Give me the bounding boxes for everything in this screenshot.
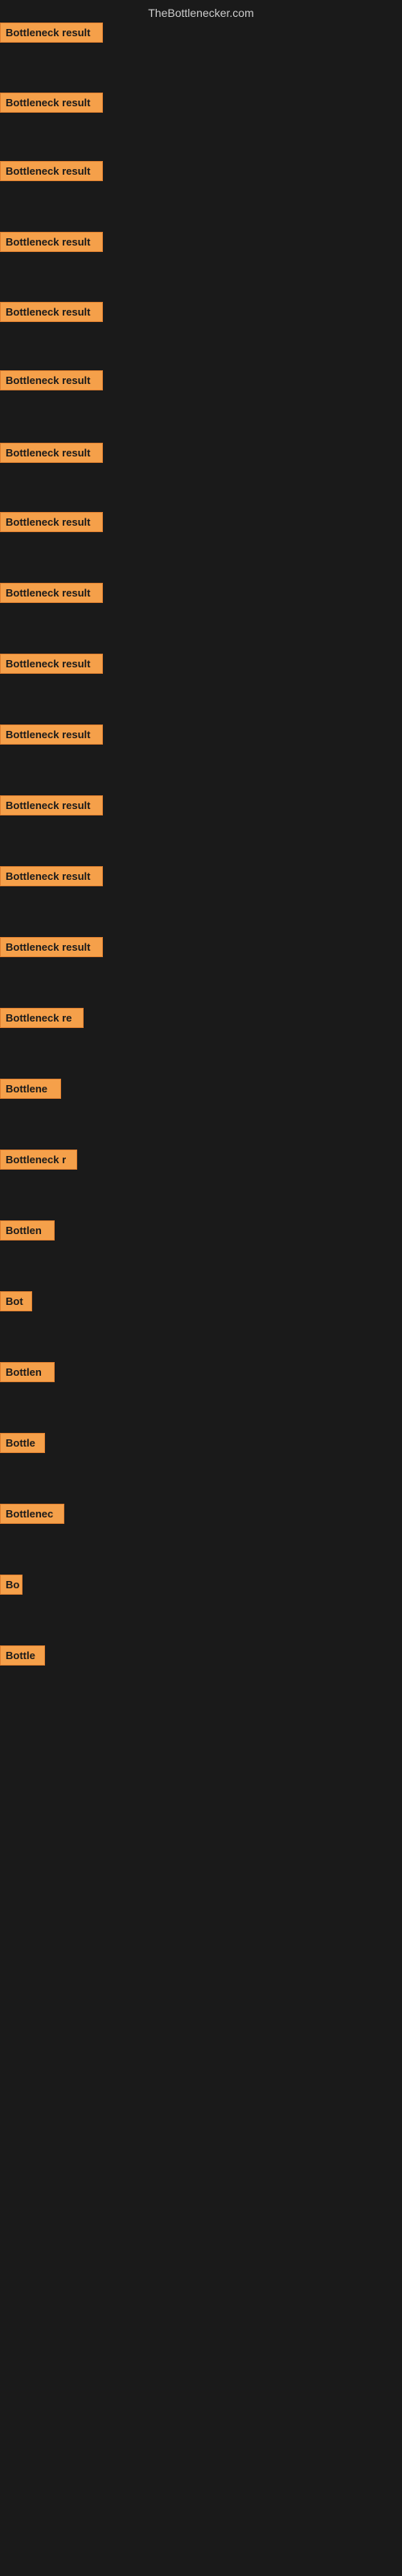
bottleneck-result-item[interactable]: Bottle [0, 1645, 45, 1666]
bottleneck-result-item[interactable]: Bottleneck result [0, 866, 103, 886]
bottleneck-result-item[interactable]: Bottlene [0, 1079, 61, 1099]
bottleneck-result-item[interactable]: Bottleneck result [0, 370, 103, 390]
bottleneck-result-item[interactable]: Bottleneck result [0, 512, 103, 532]
bottleneck-result-item[interactable]: Bottleneck result [0, 302, 103, 322]
bottleneck-result-item[interactable]: Bottleneck result [0, 93, 103, 113]
bottleneck-result-item[interactable]: Bottlenec [0, 1504, 64, 1524]
bottleneck-result-item[interactable]: Bottleneck re [0, 1008, 84, 1028]
bottleneck-result-item[interactable]: Bottlen [0, 1220, 55, 1241]
bottleneck-result-item[interactable]: Bottleneck result [0, 583, 103, 603]
bottleneck-result-item[interactable]: Bottleneck result [0, 937, 103, 957]
bottleneck-result-item[interactable]: Bot [0, 1291, 32, 1311]
bottleneck-result-item[interactable]: Bottleneck result [0, 795, 103, 815]
bottleneck-result-item[interactable]: Bottleneck r [0, 1150, 77, 1170]
bottleneck-result-item[interactable]: Bottleneck result [0, 23, 103, 43]
bottleneck-result-item[interactable]: Bottleneck result [0, 161, 103, 181]
bottleneck-result-item[interactable]: Bottleneck result [0, 232, 103, 252]
bottleneck-result-item[interactable]: Bottleneck result [0, 724, 103, 745]
bottleneck-result-item[interactable]: Bottleneck result [0, 654, 103, 674]
bottleneck-result-item[interactable]: Bottle [0, 1433, 45, 1453]
bottleneck-result-item[interactable]: Bottlen [0, 1362, 55, 1382]
bottleneck-result-item[interactable]: Bo [0, 1575, 23, 1595]
bottleneck-result-item[interactable]: Bottleneck result [0, 443, 103, 463]
